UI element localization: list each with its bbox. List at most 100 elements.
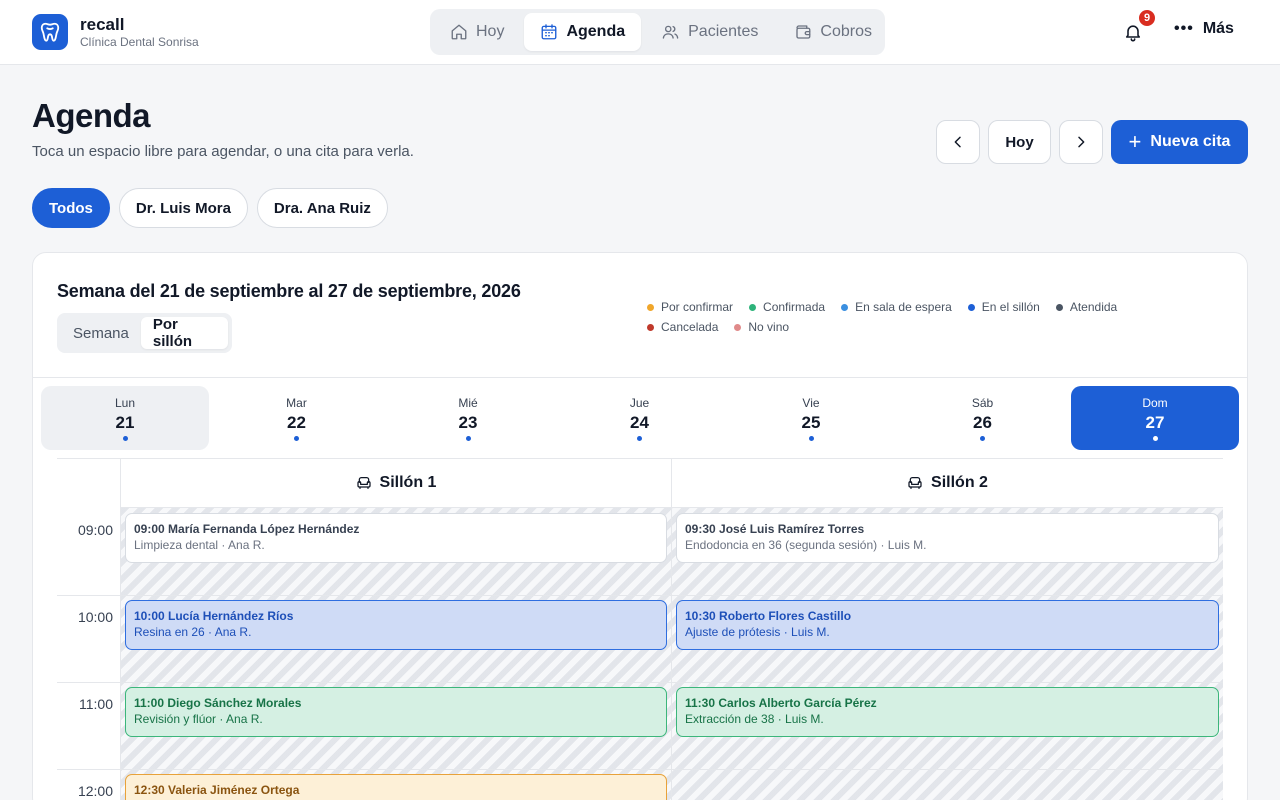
appointment-title: 09:00 María Fernanda López Hernández	[134, 522, 360, 536]
day-mie[interactable]: Mié 23	[384, 386, 552, 450]
brand[interactable]: recall Clínica Dental Sonrisa	[32, 14, 199, 50]
day-sab[interactable]: Sáb 26	[899, 386, 1067, 450]
day-number: 23	[458, 413, 478, 432]
tab-agenda[interactable]: Agenda	[524, 13, 642, 51]
has-appointments-dot	[808, 436, 814, 441]
brand-name: recall	[80, 14, 125, 34]
day-name: Lun	[114, 396, 136, 410]
filter-chip-todos[interactable]: Todos	[32, 188, 110, 228]
chair-1-header: Sillón 1	[121, 459, 671, 508]
previous-week-button[interactable]	[936, 120, 980, 164]
day-name: Mié	[458, 396, 478, 410]
day-jue[interactable]: Jue 24	[556, 386, 724, 450]
next-week-button[interactable]	[1059, 120, 1103, 164]
legend-item: Confirmada	[749, 297, 825, 317]
has-appointments-dot	[1152, 436, 1158, 441]
chair-1-label: Sillón 1	[379, 474, 437, 491]
appointment-title: 10:00 Lucía Hernández Ríos	[134, 609, 294, 623]
chair-2-header: Sillón 2	[672, 459, 1223, 508]
appointment-title: 11:30 Carlos Alberto García Pérez	[685, 696, 877, 710]
tooth-logo-icon	[32, 14, 68, 50]
day-name: Sáb	[971, 396, 994, 410]
hour-gridline	[57, 595, 1223, 596]
top-bar: recall Clínica Dental Sonrisa Hoy Agenda…	[0, 0, 1280, 65]
filter-chip-luis-mora[interactable]: Dr. Luis Mora	[118, 188, 248, 228]
filter-chip-ana-ruiz[interactable]: Dra. Ana Ruiz	[256, 188, 388, 228]
tab-hoy[interactable]: Hoy	[434, 13, 520, 51]
legend-dot	[734, 323, 742, 331]
new-appointment-button[interactable]: + Nueva cita	[1111, 120, 1248, 164]
dentist-filter: Todos Dr. Luis Mora Dra. Ana Ruiz	[32, 188, 397, 228]
clinic-name: Clínica Dental Sonrisa	[80, 34, 199, 49]
appointment-title: 09:30 José Luis Ramírez Torres	[685, 522, 865, 536]
main-nav: Hoy Agenda Pacientes Cobros	[430, 9, 885, 55]
day-name: Vie	[802, 396, 820, 410]
hour-label: 09:00	[77, 522, 113, 538]
page-subtitle: Toca un espacio libre para agendar, o un…	[32, 143, 414, 160]
day-lun[interactable]: Lun 21	[41, 386, 209, 450]
appointment-card[interactable]: 10:30 Roberto Flores Castillo Ajuste de …	[676, 600, 1219, 650]
legend-item: En el sillón	[967, 297, 1040, 317]
notification-count-badge: 9	[1137, 8, 1157, 28]
legend-item: No vino	[734, 317, 789, 337]
calendar-icon	[542, 24, 557, 40]
hour-label: 12:00	[77, 783, 113, 799]
appointment-card[interactable]: 10:00 Lucía Hernández Ríos Resina en 26 …	[125, 600, 667, 650]
appointment-detail: Ajuste de prótesis · Luis M.	[685, 625, 830, 639]
chair-column-divider	[671, 459, 672, 800]
hour-label: 11:00	[79, 696, 113, 712]
day-strip: Lun 21 Mar 22 Mié 23 Jue 24 Vie 25 Sáb 2…	[41, 386, 1241, 450]
appointment-detail: Endodoncia en 36 (segunda sesión) · Luis…	[685, 538, 927, 552]
day-number: 26	[973, 413, 992, 432]
more-dots-icon: •••	[1174, 20, 1194, 37]
legend-dot	[1055, 303, 1063, 311]
today-button[interactable]: Hoy	[988, 120, 1051, 164]
hour-label: 10:00	[77, 609, 113, 625]
tab-hoy-label: Hoy	[476, 23, 505, 40]
appointment-title: 10:30 Roberto Flores Castillo	[685, 609, 852, 623]
legend-dot	[749, 303, 757, 311]
day-mar[interactable]: Mar 22	[213, 386, 381, 450]
appointment-card[interactable]: 09:30 José Luis Ramírez Torres Endodonci…	[676, 513, 1219, 563]
day-vie[interactable]: Vie 25	[727, 386, 895, 450]
legend-item: Por confirmar	[647, 297, 733, 317]
appointment-card[interactable]: 11:30 Carlos Alberto García Pérez Extrac…	[676, 687, 1219, 737]
view-semana[interactable]: Semana	[61, 317, 141, 349]
legend-dot	[647, 303, 654, 311]
has-appointments-dot	[980, 436, 985, 441]
tab-cobros[interactable]: Cobros	[778, 13, 888, 51]
chair-schedule-grid: Sillón 1 Sillón 2 09:00 10:00 11:00 12:0…	[57, 458, 1223, 800]
appointment-title: 12:30 Valeria Jiménez Ortega	[134, 783, 300, 797]
legend-dot	[647, 323, 654, 331]
day-number: 25	[801, 413, 821, 432]
users-icon	[662, 25, 679, 39]
day-number: 24	[630, 413, 649, 432]
day-dom[interactable]: Dom 27	[1071, 386, 1239, 450]
week-title: Semana del 21 de septiembre al 27 de sep…	[57, 281, 521, 301]
more-menu-button[interactable]: ••• Más	[1174, 20, 1234, 38]
legend-item: Cancelada	[647, 317, 718, 337]
status-legend: Por confirmar Confirmada En sala de espe…	[647, 297, 1167, 337]
day-number: 22	[287, 413, 306, 432]
appointment-card[interactable]: 11:00 Diego Sánchez Morales Revisión y f…	[125, 687, 667, 737]
dental-chair-icon	[356, 477, 371, 489]
tab-pacientes[interactable]: Pacientes	[645, 13, 774, 51]
appointment-card[interactable]: 12:30 Valeria Jiménez Ortega	[125, 774, 667, 800]
has-appointments-dot	[637, 436, 642, 441]
day-number: 21	[115, 413, 135, 432]
legend-dot	[967, 303, 975, 311]
wallet-icon	[796, 25, 811, 39]
appointment-card[interactable]: 09:00 María Fernanda López Hernández Lim…	[125, 513, 667, 563]
legend-item: Atendida	[1055, 297, 1117, 317]
appointment-detail: Extracción de 38 · Luis M.	[685, 712, 824, 726]
hour-gridline	[57, 682, 1223, 683]
legend-dot	[841, 303, 849, 311]
tab-cobros-label: Cobros	[820, 23, 872, 40]
has-appointments-dot	[122, 436, 128, 441]
day-name: Jue	[629, 396, 650, 410]
tab-pacientes-label: Pacientes	[688, 23, 759, 40]
hour-gridline	[57, 769, 1223, 770]
view-por-sillon[interactable]: Por sillón	[140, 316, 228, 350]
chevron-left-icon	[954, 136, 961, 148]
appointment-detail: Revisión y flúor · Ana R.	[134, 712, 263, 726]
